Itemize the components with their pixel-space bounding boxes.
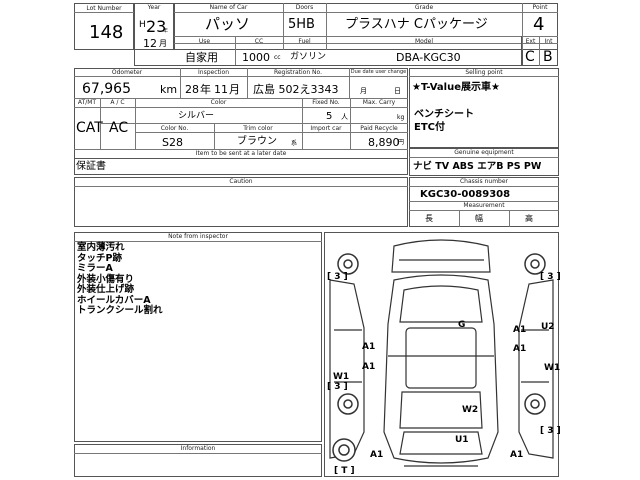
import-car-header: Import car [310,125,342,132]
inspection-header: Inspection [198,69,229,76]
color-value: シルバー [178,111,215,121]
mark-right-front-door: A1 [513,325,527,335]
selling-point-1: ★T-Value展示車★ [412,82,500,93]
selling-point-2: ベンチシート [414,109,474,120]
measurement-width: 幅 [475,214,483,223]
point-header: Point [532,4,548,11]
inspector-note: ミラーA [77,263,113,274]
at-mt-value: CAT [76,120,103,136]
inspection-month-suffix: 月 [229,83,240,96]
mark-front-right-tire: [ 3 ] [540,272,561,282]
inspector-note: 外装仕上げ跡 [77,284,135,295]
max-carry-unit: kg [397,114,405,121]
doors-header: Doors [295,4,314,11]
mark-rear-left-lamp: A1 [370,450,384,460]
mark-right-front-wheel: W1 [544,363,561,373]
mark-spare: [ T ] [334,466,355,476]
lot-number-header: Lot Number [86,5,122,12]
inspection-month: 11 [214,83,228,96]
car-name-value: パッソ [205,15,251,33]
genuine-equipment-header: Genuine equipment [454,149,514,156]
mark-right-rear-quarter: U2 [541,322,555,332]
grade-header: Grade [414,4,434,11]
odometer-header: Odometer [111,69,143,76]
lot-number-value: 148 [89,22,124,43]
odometer-value: 67,965 [82,81,131,97]
selling-point-box [409,68,559,148]
registration-value: 広島 502え3343 [253,83,339,96]
era-value: H [139,20,146,30]
doors-value: 5HB [288,17,315,32]
measurement-height: 高 [525,214,533,223]
caution-header: Caution [229,178,253,185]
grade-value: プラスハナ Cパッケージ [345,17,488,32]
mark-left-front-door: A1 [362,342,376,352]
information-header: Information [180,445,216,452]
chassis-header: Chassis number [459,178,509,185]
genuine-equipment-value: ナビ TV ABS エアB PS PW [413,161,542,172]
mark-left-front-wheel: W1 [333,372,350,382]
max-carry-header: Max. Carry [362,99,396,106]
selling-point-3: ETC付 [414,122,445,133]
paid-recycle-header: Paid Recycle [360,125,398,132]
measurement-length: 長 [425,214,433,223]
inspector-notes-header: Note from inspector [168,233,228,240]
lot-number-cell: Lot Number 148 [74,3,134,50]
mark-rear-glass: W2 [462,405,479,415]
year-suffix: 年 [163,28,169,34]
due-month: 月 [360,87,367,95]
ac-value: AC [109,120,129,136]
mark-right-rear-door: A1 [513,344,527,354]
odometer-unit: km [160,83,178,96]
car-name-header: Name of Car [209,4,248,11]
fixed-no-unit: 人 [341,113,348,121]
items-later-header: Item to be sent at a later date [195,150,287,157]
ac-header: A / C [110,99,125,106]
inspector-note: 室内薄汚れ [77,242,125,253]
chassis-value: KGC30-0089308 [420,189,511,200]
paid-recycle-unit: 円 [398,139,405,146]
int-value: B [543,49,553,65]
mark-front-left-tire: [ 3 ] [327,272,348,282]
items-later-value: 保証書 [76,161,106,172]
paid-recycle-value: 8,890 [368,136,400,149]
mark-rear-right-lamp: A1 [510,450,524,460]
car-diagram [329,239,554,467]
mark-rear-bumper: U1 [455,435,469,445]
ext-value: C [525,49,535,65]
point-value: 4 [533,14,545,35]
color-no-header: Color No. [160,125,189,132]
int-header: Int [544,38,553,45]
trim-color-header: Trim color [243,125,273,132]
selling-point-header: Selling point [465,69,503,76]
mark-rear-right-tire: [ 3 ] [540,426,561,436]
trim-color-value: ブラウン [237,136,277,147]
color-header: Color [210,99,227,106]
fixed-no-value: 5 [326,111,333,122]
due-day: 日 [394,87,401,95]
inspection-year: 28 [185,83,199,96]
registration-header: Registration No. [273,69,323,76]
inspector-notes-list: 室内薄汚れ タッチP跡 ミラーA 外装小傷有り 外装仕上げ跡 ホイールカバーA … [77,242,163,317]
mark-rear-left-tire: [ 3 ] [327,382,348,392]
color-no-value: S28 [162,136,183,149]
items-later-box [74,158,408,175]
fixed-no-header: Fixed No. [312,99,340,106]
mark-left-rear-door: A1 [362,362,376,372]
mark-roof: G [458,320,466,330]
measurement-header: Measurement [463,202,505,209]
trim-color-suffix: 系 [291,140,298,147]
inspector-note: トランクシール割れ [77,305,163,316]
at-mt-header: AT/MT [77,99,97,106]
inspection-year-suffix: 年 [200,83,211,96]
ext-header: Ext [525,38,536,45]
due-date-header: Due date user change [350,69,407,75]
year-header: Year [147,4,161,11]
